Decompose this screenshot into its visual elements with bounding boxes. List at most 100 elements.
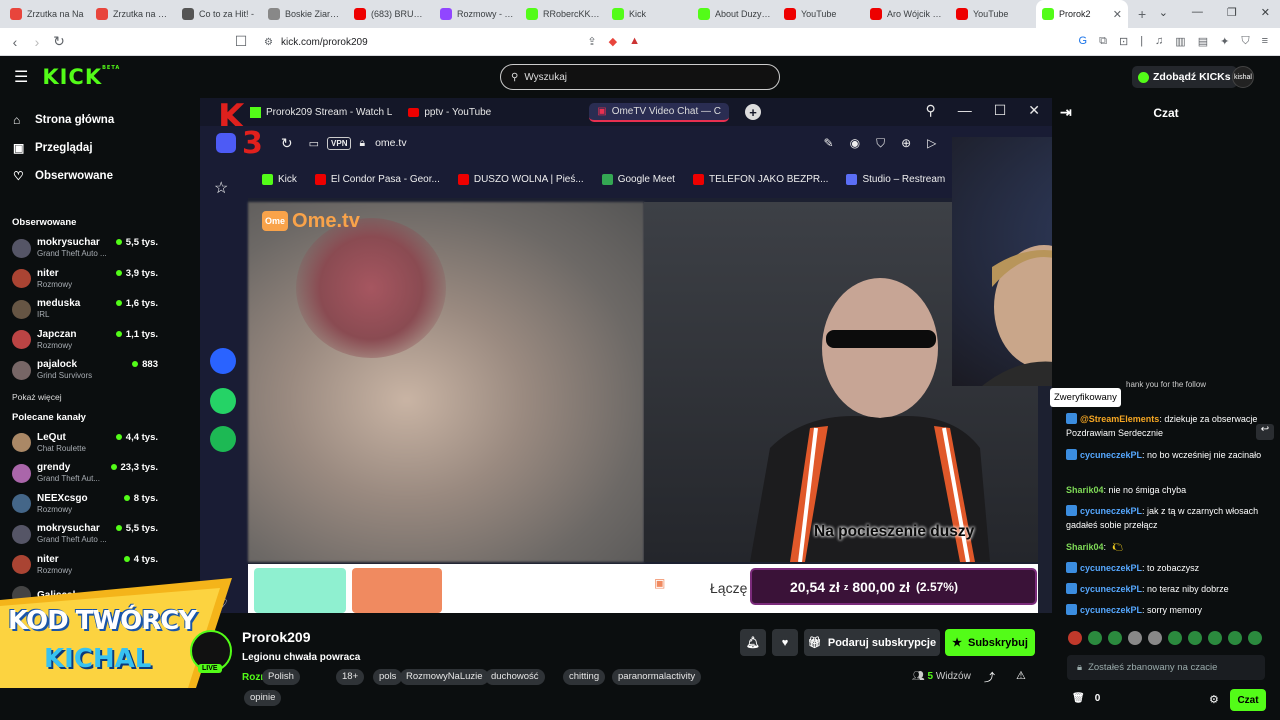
bookmark-icon[interactable]: ☐ bbox=[230, 33, 252, 50]
browser-tab[interactable]: Kick bbox=[606, 0, 692, 28]
start-button[interactable] bbox=[254, 568, 346, 613]
chat-input[interactable]: 🔒︎ Zostałeś zbanowany na czacie bbox=[1067, 655, 1265, 680]
whatsapp-icon[interactable] bbox=[210, 388, 236, 414]
collapse-chat-icon[interactable]: ⇥ bbox=[1060, 104, 1072, 121]
stream-tab-3[interactable]: ▣ OmeTV Video Chat — C bbox=[589, 102, 730, 122]
stream-tag[interactable]: 18+ bbox=[336, 669, 365, 685]
channel-item[interactable]: NEEXcsgo Rozmowy 8 tys. bbox=[0, 489, 170, 520]
reload-icon[interactable]: ↻ bbox=[48, 33, 70, 50]
emote-icon[interactable] bbox=[1228, 631, 1242, 645]
stream-bookmark[interactable]: DUSZO WOLNA | Pieś... bbox=[457, 173, 584, 185]
subscribe-button[interactable]: ★ Subskrybuj bbox=[945, 629, 1035, 656]
browser-tab[interactable]: About DuzyMa bbox=[692, 0, 778, 28]
emote-icon[interactable] bbox=[1188, 631, 1202, 645]
follow-heart-icon[interactable]: ♥ bbox=[772, 629, 798, 656]
stream-bookmark[interactable]: El Condor Pasa - Geor... bbox=[314, 173, 440, 185]
search-icon[interactable]: ⚲ bbox=[925, 102, 935, 119]
stream-bookmark[interactable]: Google Meet bbox=[601, 173, 675, 185]
browser-tab[interactable]: Zrzutka na Pom bbox=[90, 0, 176, 28]
brave-shield-icon[interactable]: ◆ bbox=[609, 35, 617, 48]
sidebar-nav-item[interactable]: ▣ Przeglądaj bbox=[0, 134, 170, 162]
show-more-link[interactable]: Pokaż więcej bbox=[0, 386, 170, 408]
emote-icon[interactable] bbox=[1108, 631, 1122, 645]
maximize-icon[interactable]: ☐ bbox=[994, 102, 1007, 119]
opera-icon[interactable] bbox=[216, 133, 236, 153]
leo-icon[interactable]: ✦ bbox=[1220, 35, 1229, 48]
wallet-icon[interactable]: ▤ bbox=[1198, 35, 1208, 48]
sidebar-icon[interactable]: ▥ bbox=[1175, 35, 1185, 48]
rewards-icon[interactable]: ▲ bbox=[629, 35, 640, 48]
channel-item[interactable]: LeQut Chat Roulette 4,4 tys. bbox=[0, 428, 170, 459]
share-icon[interactable]: ⤴ bbox=[984, 669, 995, 685]
new-tab-icon[interactable]: + bbox=[745, 104, 762, 120]
stream-tag[interactable]: pols bbox=[373, 669, 403, 685]
browser-tab[interactable]: YouTube bbox=[950, 0, 1036, 28]
edit-icon[interactable]: ✎ bbox=[824, 136, 834, 151]
camera-icon[interactable]: ◉ bbox=[850, 136, 860, 151]
emote-icon[interactable] bbox=[1088, 631, 1102, 645]
emote-icon[interactable] bbox=[1208, 631, 1222, 645]
back-icon[interactable]: ‹ bbox=[4, 34, 26, 50]
chat-username[interactable]: @StreamElements bbox=[1080, 414, 1159, 424]
spotify-icon[interactable] bbox=[210, 426, 236, 452]
channel-points[interactable]: 🗑︎ 0 bbox=[1072, 693, 1100, 704]
star-icon[interactable]: ☆ bbox=[214, 178, 228, 198]
chat-username[interactable]: Sharik04 bbox=[1066, 542, 1104, 552]
get-kicks-button[interactable]: Zdobądź KICKs bbox=[1132, 66, 1237, 88]
channel-item[interactable]: Japczan Rozmowy 1,1 tys. bbox=[0, 325, 170, 356]
minimize-icon[interactable]: — bbox=[958, 102, 972, 119]
gift-sub-button[interactable]: 🎁︎ Podaruj subskrypcje bbox=[804, 629, 940, 656]
video-icon[interactable]: ▭ bbox=[309, 137, 319, 150]
stream-bookmark[interactable]: Studio – Restream bbox=[846, 173, 945, 185]
stream-tag[interactable]: opinie bbox=[244, 690, 282, 706]
report-icon[interactable]: ⚠ bbox=[1016, 669, 1026, 682]
stream-tag[interactable]: chitting bbox=[563, 669, 606, 685]
shield-icon[interactable]: ⛉ bbox=[876, 136, 885, 151]
browser-tab[interactable]: RRobercKKTV bbox=[520, 0, 606, 28]
reload-icon[interactable]: ↻ bbox=[281, 135, 293, 152]
channel-item[interactable]: mokrysuchar Grand Theft Auto ... 5,5 tys. bbox=[0, 233, 170, 264]
chat-username[interactable]: cycuneczekPL bbox=[1080, 563, 1142, 573]
channel-item[interactable]: niter Rozmowy 4 tys. bbox=[0, 550, 170, 581]
stream-tag[interactable]: RozmowyNaLuzie bbox=[400, 669, 489, 685]
stream-tab-2[interactable]: pptv - YouTube bbox=[408, 107, 491, 118]
close-icon[interactable]: ✕ bbox=[1028, 102, 1040, 119]
browser-tab[interactable]: Boskie Ziarno 🌱 bbox=[262, 0, 348, 28]
browser-tab[interactable]: (683) BRUCE P bbox=[348, 0, 434, 28]
search-input[interactable]: ⚲ Wyszukaj bbox=[500, 64, 780, 90]
chat-settings-icon[interactable]: ⚙ bbox=[1209, 693, 1219, 706]
browser-tab[interactable]: YouTube bbox=[778, 0, 864, 28]
stream-bookmark[interactable]: TELEFON JAKO BEZPR... bbox=[692, 173, 828, 185]
channel-item[interactable]: pajalock Grind Survivors 883 bbox=[0, 355, 170, 386]
channel-item[interactable]: meduska IRL 1,6 tys. bbox=[0, 294, 170, 325]
extension-icon-2[interactable]: ⊡ bbox=[1119, 35, 1128, 48]
emote-icon[interactable] bbox=[1168, 631, 1182, 645]
vpn-icon[interactable]: ⛉ bbox=[1241, 35, 1249, 48]
user-avatar[interactable]: kishal bbox=[1232, 66, 1254, 88]
emote-icon[interactable] bbox=[1068, 631, 1082, 645]
extension-icon[interactable]: ⧉ bbox=[1099, 35, 1107, 48]
hamburger-menu-icon[interactable]: ☰ bbox=[14, 67, 28, 87]
play-icon[interactable]: ▷ bbox=[927, 136, 936, 151]
stop-button[interactable] bbox=[352, 568, 442, 613]
close-window-button[interactable]: ✕ bbox=[1261, 6, 1270, 19]
chat-username[interactable]: cycuneczekPL bbox=[1080, 605, 1142, 615]
channel-item[interactable]: grendy Grand Theft Aut... 23,3 tys. bbox=[0, 458, 170, 489]
forward-icon[interactable]: › bbox=[26, 34, 48, 50]
browser-tab[interactable]: Aro Wójcik - Yo bbox=[864, 0, 950, 28]
emote-icon[interactable] bbox=[1148, 631, 1162, 645]
browser-tab-active[interactable]: Prorok2 ✕ bbox=[1036, 0, 1128, 28]
chat-username[interactable]: cycuneczekPL bbox=[1080, 584, 1142, 594]
close-tab-icon[interactable]: ✕ bbox=[1113, 8, 1122, 21]
menu-icon[interactable]: ≡ bbox=[1262, 35, 1268, 48]
channel-item[interactable]: niter Rozmowy 3,9 tys. bbox=[0, 264, 170, 295]
browser-tab[interactable]: Rozmowy - Tw bbox=[434, 0, 520, 28]
emote-icon[interactable] bbox=[1128, 631, 1142, 645]
share-icon[interactable]: ⇪ bbox=[587, 35, 596, 48]
chat-username[interactable]: cycuneczekPL bbox=[1080, 450, 1142, 460]
chat-username[interactable]: cycuneczekPL bbox=[1080, 506, 1142, 516]
music-icon[interactable]: ♫ bbox=[1155, 35, 1163, 48]
stream-tab-1[interactable]: Prorok209 Stream - Watch L bbox=[250, 106, 392, 118]
chat-username[interactable]: Sharik04 bbox=[1066, 485, 1104, 495]
minimize-button[interactable]: — bbox=[1192, 6, 1203, 19]
